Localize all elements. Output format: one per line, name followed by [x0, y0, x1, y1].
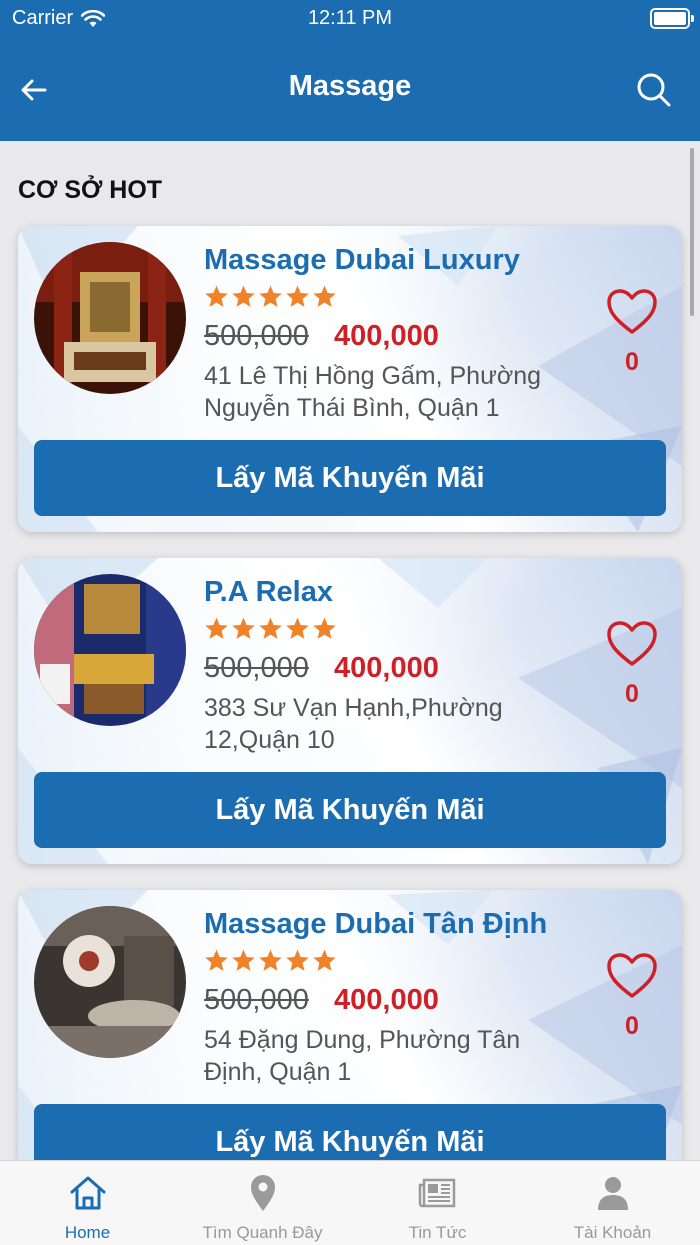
place-address: 54 Đặng Dung, Phường Tân Định, Quận 1	[204, 1026, 521, 1086]
star-icon	[286, 617, 309, 639]
place-name[interactable]: P.A Relax	[204, 576, 333, 609]
tab-bar: Home Tìm Quanh Đây Tin Tức Tài Khoản	[0, 1160, 700, 1245]
star-icon	[313, 949, 336, 971]
battery-icon	[650, 8, 694, 29]
place-card[interactable]: P.A Relax 500,000 400,000 383 Sư Vạn Hạn…	[18, 558, 682, 864]
tab-label: Home	[64, 1223, 111, 1242]
star-icon	[232, 617, 255, 639]
scrollbar[interactable]	[690, 148, 694, 316]
place-card[interactable]: Massage Dubai Luxury 500,000 400,000 41 …	[18, 226, 682, 532]
get-promo-code-button[interactable]: Lấy Mã Khuyến Mãi	[34, 440, 666, 516]
heart-icon[interactable]	[606, 620, 658, 668]
home-icon	[70, 1176, 106, 1210]
place-thumbnail	[34, 242, 186, 394]
star-icon	[313, 617, 336, 639]
tab-label: Tin Tức	[408, 1223, 467, 1242]
star-icon	[232, 949, 255, 971]
tab-account[interactable]: Tài Khoản	[525, 1161, 700, 1245]
star-icon	[286, 949, 309, 971]
place-name[interactable]: Massage Dubai Tân Định	[204, 908, 547, 941]
sale-price: 400,000	[334, 652, 439, 684]
clock: 12:11 PM	[307, 7, 393, 29]
like-count: 0	[625, 348, 639, 376]
newspaper-icon	[418, 1178, 456, 1208]
star-icon	[259, 285, 282, 307]
sale-price: 400,000	[334, 320, 439, 352]
star-icon	[259, 949, 282, 971]
person-icon	[598, 1177, 628, 1210]
tab-label: Tài Khoản	[573, 1223, 652, 1242]
star-icon	[205, 949, 228, 971]
section-title: CƠ SỞ HOT	[18, 176, 163, 204]
star-icon	[259, 617, 282, 639]
location-pin-icon	[251, 1175, 275, 1211]
get-promo-code-button[interactable]: Lấy Mã Khuyến Mãi	[34, 772, 666, 848]
place-name[interactable]: Massage Dubai Luxury	[204, 244, 520, 277]
tab-news[interactable]: Tin Tức	[350, 1161, 525, 1245]
tab-home[interactable]: Home	[0, 1161, 175, 1245]
rating-stars	[204, 616, 337, 641]
star-icon	[286, 285, 309, 307]
page-title: Massage	[288, 70, 412, 102]
search-icon[interactable]	[636, 72, 672, 108]
sale-price: 400,000	[334, 984, 439, 1016]
old-price: 500,000	[204, 652, 309, 684]
place-address: 41 Lê Thị Hồng Gấm, Phường Nguyễn Thái B…	[204, 362, 542, 422]
nav-header: Carrier 12:11 PM Massage	[0, 0, 700, 141]
tab-nearby[interactable]: Tìm Quanh Đây	[175, 1161, 350, 1245]
heart-icon[interactable]	[606, 952, 658, 1000]
old-price: 500,000	[204, 984, 309, 1016]
like-count: 0	[625, 680, 639, 708]
like-count: 0	[625, 1012, 639, 1040]
rating-stars	[204, 948, 337, 973]
old-price: 500,000	[204, 320, 309, 352]
star-icon	[232, 285, 255, 307]
heart-icon[interactable]	[606, 288, 658, 336]
tab-label: Tìm Quanh Đây	[202, 1223, 323, 1242]
star-icon	[313, 285, 336, 307]
place-address: 383 Sư Vạn Hạnh,Phường 12,Quận 10	[204, 694, 503, 754]
place-thumbnail	[34, 906, 186, 1058]
star-icon	[205, 285, 228, 307]
status-bar: Carrier 12:11 PM	[0, 0, 700, 38]
place-card[interactable]: Massage Dubai Tân Định 500,000 400,000 5…	[18, 890, 682, 1196]
rating-stars	[204, 284, 337, 309]
place-thumbnail	[34, 574, 186, 726]
star-icon	[205, 617, 228, 639]
